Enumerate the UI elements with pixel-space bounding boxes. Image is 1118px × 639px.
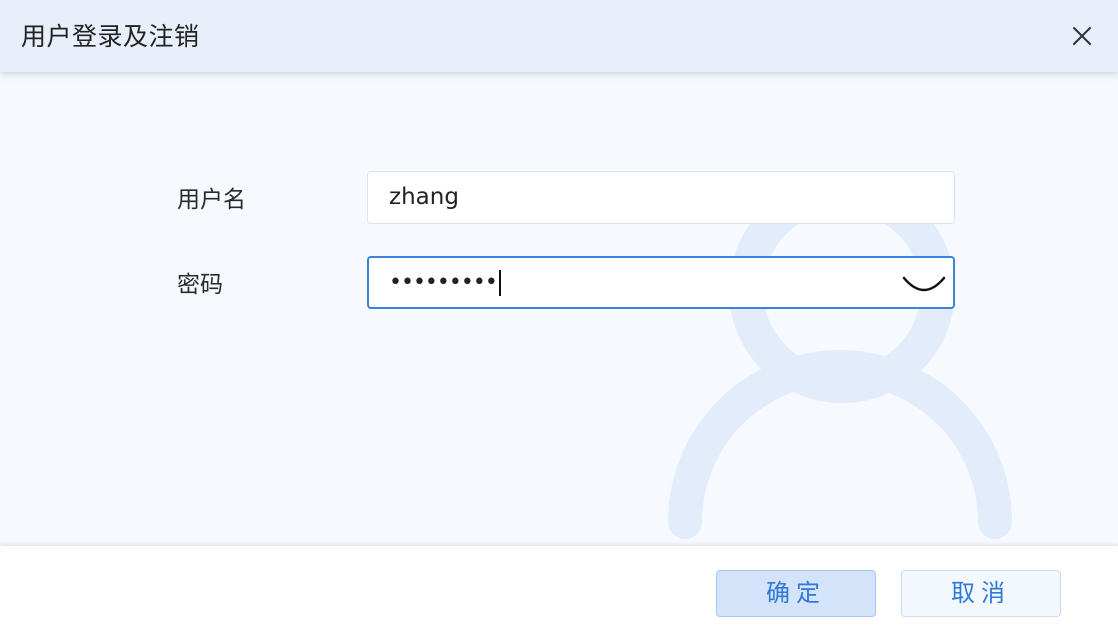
dialog-body: 用户名 zhang 密码 ••••••••• [0, 72, 1118, 546]
password-label: 密码 [177, 272, 223, 298]
user-watermark-icon [668, 202, 1012, 539]
close-button[interactable] [1070, 24, 1094, 48]
cancel-button[interactable]: 取消 [901, 570, 1061, 617]
username-input[interactable]: zhang [367, 171, 955, 224]
login-dialog: 用户登录及注销 用户名 zhang 密码 ••••••••• 确定 取消 [0, 0, 1118, 639]
password-value: ••••••••• [389, 268, 501, 298]
username-value: zhang [389, 184, 459, 210]
eye-closed-icon[interactable] [901, 272, 947, 298]
password-dots: ••••••••• [389, 270, 498, 295]
password-input[interactable]: ••••••••• [367, 256, 955, 309]
dialog-header: 用户登录及注销 [0, 0, 1118, 72]
confirm-button[interactable]: 确定 [716, 570, 876, 617]
close-icon [1073, 27, 1091, 45]
dialog-footer: 确定 取消 [0, 546, 1118, 639]
dialog-title: 用户登录及注销 [21, 22, 200, 51]
username-label: 用户名 [177, 187, 246, 213]
text-caret [498, 270, 501, 296]
